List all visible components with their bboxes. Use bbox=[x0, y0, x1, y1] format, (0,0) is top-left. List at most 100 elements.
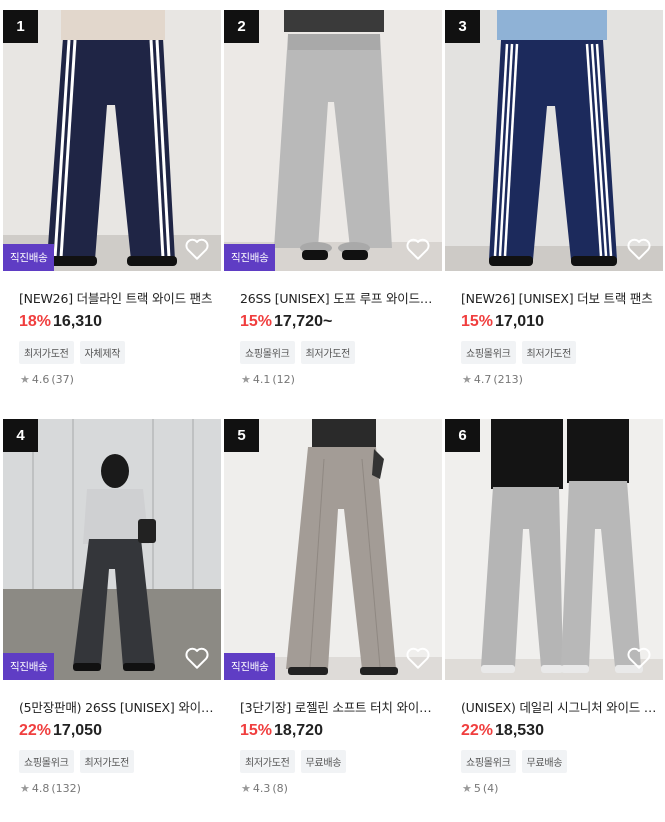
tag-list: 쇼핑몰위크 최저가도전 bbox=[3, 750, 221, 773]
tag: 무료배송 bbox=[300, 750, 347, 773]
star-icon: ★ bbox=[241, 782, 251, 795]
review-count: (213) bbox=[493, 373, 523, 386]
tag: 쇼핑몰위크 bbox=[461, 750, 516, 773]
sale-price: 18,720 bbox=[274, 722, 323, 739]
review-count: (8) bbox=[272, 782, 288, 795]
product-image[interactable]: 1 직진배송 bbox=[3, 10, 221, 271]
sale-price: 18,530 bbox=[495, 722, 544, 739]
discount-rate: 18% bbox=[19, 313, 52, 330]
rating: ★ 4.7 (213) bbox=[445, 373, 663, 386]
product-photo bbox=[224, 419, 442, 680]
tag: 최저가도전 bbox=[521, 341, 577, 364]
price-row: 22% 18,530 bbox=[445, 722, 663, 740]
heart-icon[interactable] bbox=[184, 237, 210, 261]
price-row: 18% 16,310 bbox=[3, 313, 221, 331]
price-row: 15% 18,720 bbox=[224, 722, 442, 740]
product-title[interactable]: [NEW26] 더블라인 트랙 와이드 팬츠 bbox=[3, 288, 215, 307]
rating-score: 4.7 bbox=[473, 373, 492, 386]
price-row: 15% 17,010 bbox=[445, 313, 663, 331]
product-card[interactable]: 2 직진배송 26SS [UNISEX] 도프 루프 와이드 팬츠 15% 17… bbox=[224, 10, 442, 386]
product-image[interactable]: 6 bbox=[445, 419, 663, 680]
rating-score: 4.6 bbox=[31, 373, 50, 386]
sale-price: 17,050 bbox=[53, 722, 102, 739]
heart-icon[interactable] bbox=[184, 646, 210, 670]
product-card[interactable]: 4 직진배송 (5만장판매) 26SS [UNISEX] 와이드 팬츠 22% … bbox=[3, 419, 221, 795]
review-count: (132) bbox=[51, 782, 81, 795]
rank-badge: 2 bbox=[224, 10, 259, 43]
review-count: (12) bbox=[272, 373, 295, 386]
tag: 최저가도전 bbox=[19, 341, 74, 364]
rating: ★ 4.1 (12) bbox=[224, 373, 442, 386]
product-image[interactable]: 5 직진배송 bbox=[224, 419, 442, 680]
direct-delivery-badge: 직진배송 bbox=[3, 653, 55, 680]
product-photo bbox=[3, 10, 221, 271]
star-icon: ★ bbox=[462, 373, 472, 386]
tag-list: 쇼핑몰위크 최저가도전 bbox=[445, 341, 663, 364]
discount-rate: 15% bbox=[240, 313, 273, 330]
price-row: 15% 17,720~ bbox=[224, 313, 442, 331]
product-card[interactable]: 5 직진배송 [3단기장] 로젤린 소프트 터치 와이드 팬츠 15% 18,7… bbox=[224, 419, 442, 795]
rating: ★ 5 (4) bbox=[445, 782, 663, 795]
product-title[interactable]: [NEW26] [UNISEX] 더보 트랙 팬츠 bbox=[445, 288, 657, 307]
sale-price: 17,010 bbox=[495, 313, 544, 330]
discount-rate: 22% bbox=[461, 722, 494, 739]
tag: 쇼핑몰위크 bbox=[19, 750, 74, 773]
product-card[interactable]: 1 직진배송 [NEW26] 더블라인 트랙 와이드 팬츠 18% 16,310… bbox=[3, 10, 221, 386]
tag: 자체제작 bbox=[79, 341, 126, 364]
tag: 최저가도전 bbox=[300, 341, 356, 364]
review-count: (4) bbox=[482, 782, 499, 795]
direct-delivery-badge: 직진배송 bbox=[3, 244, 55, 271]
rank-badge: 3 bbox=[445, 10, 480, 43]
tag-list: 쇼핑몰위크 무료배송 bbox=[445, 750, 663, 773]
rating-score: 4.3 bbox=[252, 782, 271, 795]
review-count: (37) bbox=[51, 373, 74, 386]
heart-icon[interactable] bbox=[626, 646, 652, 670]
product-image[interactable]: 3 bbox=[445, 10, 663, 271]
star-icon: ★ bbox=[20, 782, 30, 795]
tag: 쇼핑몰위크 bbox=[461, 341, 516, 364]
star-icon: ★ bbox=[462, 782, 472, 795]
product-title[interactable]: [3단기장] 로젤린 소프트 터치 와이드 팬츠 bbox=[224, 697, 436, 716]
rank-badge: 5 bbox=[224, 419, 259, 452]
star-icon: ★ bbox=[20, 373, 30, 386]
rating: ★ 4.3 (8) bbox=[224, 782, 442, 795]
sale-price: 17,720~ bbox=[274, 313, 333, 330]
tag-list: 최저가도전 자체제작 bbox=[3, 341, 221, 364]
rating-score: 5 bbox=[473, 782, 481, 795]
product-photo bbox=[224, 10, 442, 271]
direct-delivery-badge: 직진배송 bbox=[224, 244, 276, 271]
tag: 무료배송 bbox=[521, 750, 568, 773]
discount-rate: 15% bbox=[461, 313, 494, 330]
rating: ★ 4.6 (37) bbox=[3, 373, 221, 386]
product-title[interactable]: (UNISEX) 데일리 시그니처 와이드 팬츠 bbox=[445, 697, 657, 716]
rating-score: 4.8 bbox=[31, 782, 50, 795]
sale-price: 16,310 bbox=[53, 313, 102, 330]
direct-delivery-badge: 직진배송 bbox=[224, 653, 276, 680]
product-title[interactable]: (5만장판매) 26SS [UNISEX] 와이드 팬츠 bbox=[3, 697, 215, 716]
price-row: 22% 17,050 bbox=[3, 722, 221, 740]
heart-icon[interactable] bbox=[405, 237, 431, 261]
rank-badge: 4 bbox=[3, 419, 38, 452]
rank-badge: 1 bbox=[3, 10, 38, 43]
rating: ★ 4.8 (132) bbox=[3, 782, 221, 795]
product-photo bbox=[3, 419, 221, 680]
product-card[interactable]: 6 (UNISEX) 데일리 시그니처 와이드 팬츠 22% 18,530 쇼핑… bbox=[445, 419, 663, 795]
star-icon: ★ bbox=[241, 373, 251, 386]
product-image[interactable]: 2 직진배송 bbox=[224, 10, 442, 271]
tag: 최저가도전 bbox=[79, 750, 135, 773]
heart-icon[interactable] bbox=[405, 646, 431, 670]
rating-score: 4.1 bbox=[252, 373, 271, 386]
product-card[interactable]: 3 [NEW26] [UNISEX] 더보 트랙 팬츠 15% 17,010 쇼… bbox=[445, 10, 663, 386]
discount-rate: 15% bbox=[240, 722, 273, 739]
product-image[interactable]: 4 직진배송 bbox=[3, 419, 221, 680]
rank-badge: 6 bbox=[445, 419, 480, 452]
product-title[interactable]: 26SS [UNISEX] 도프 루프 와이드 팬츠 bbox=[224, 288, 436, 307]
product-photo bbox=[445, 10, 663, 271]
tag-list: 쇼핑몰위크 최저가도전 bbox=[224, 341, 442, 364]
tag: 최저가도전 bbox=[240, 750, 295, 773]
product-photo bbox=[445, 419, 663, 680]
tag-list: 최저가도전 무료배송 bbox=[224, 750, 442, 773]
heart-icon[interactable] bbox=[626, 237, 652, 261]
tag: 쇼핑몰위크 bbox=[240, 341, 295, 364]
discount-rate: 22% bbox=[19, 722, 52, 739]
